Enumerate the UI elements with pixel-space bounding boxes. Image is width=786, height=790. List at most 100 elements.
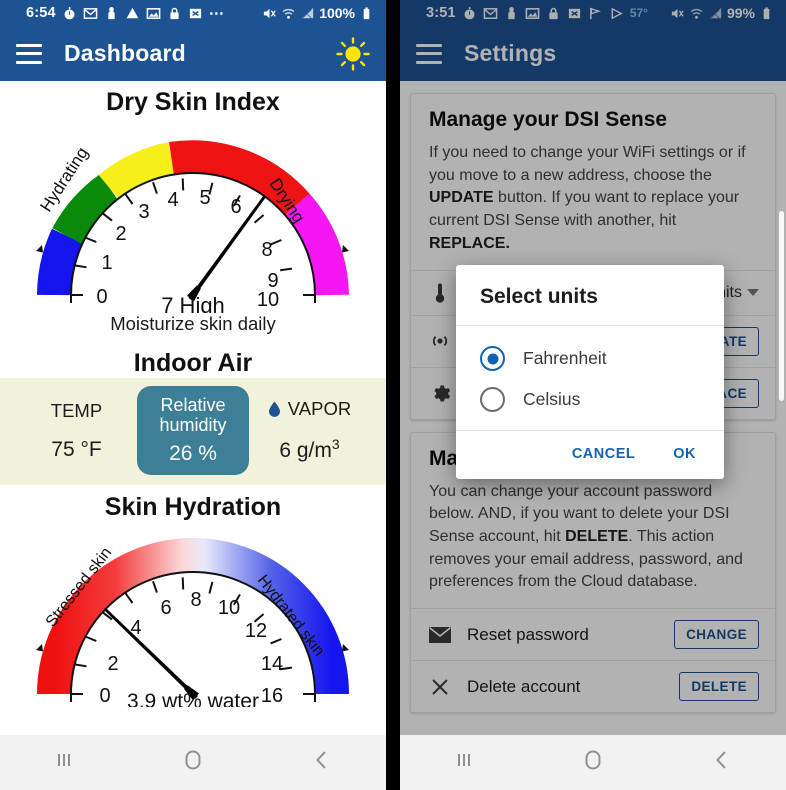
flag-icon bbox=[588, 6, 603, 21]
status-clock: 3:51 bbox=[426, 5, 456, 21]
option-fahrenheit-label: Fahrenheit bbox=[523, 348, 607, 368]
indoor-air-row: TEMP 75 °F Relative humidity 26 % VAPOR … bbox=[0, 386, 386, 476]
photo-icon bbox=[525, 6, 540, 21]
vapor-header: VAPOR bbox=[249, 398, 370, 420]
weather-temp-badge: 57° bbox=[629, 6, 648, 20]
left-app-bar: Dashboard bbox=[0, 26, 386, 81]
gmail-icon bbox=[483, 6, 498, 21]
manage-account-body: You can change your account password bel… bbox=[429, 482, 743, 591]
scrollbar-thumb[interactable] bbox=[779, 211, 784, 401]
dialog-options: Fahrenheit Celsius bbox=[456, 326, 724, 431]
photo-icon bbox=[146, 6, 161, 21]
wifi-icon bbox=[689, 6, 704, 21]
svg-text:16: 16 bbox=[261, 685, 283, 707]
svg-text:12: 12 bbox=[245, 620, 267, 642]
menu-icon[interactable] bbox=[416, 43, 442, 64]
hydration-reading: 3.9 wt% water bbox=[127, 690, 259, 707]
left-phone-dashboard: 6:54 ⋯ 100% Dashboard Dry Skin Index 0 1… bbox=[0, 0, 386, 790]
battery-icon bbox=[359, 6, 374, 21]
recents-icon[interactable] bbox=[53, 749, 75, 776]
right-app-bar: Settings bbox=[400, 26, 786, 81]
x-box-icon bbox=[567, 6, 582, 21]
sun-icon[interactable] bbox=[336, 36, 370, 71]
dsi-caption: Moisturize skin daily bbox=[110, 313, 276, 334]
app-icon bbox=[504, 6, 519, 21]
play-icon bbox=[609, 6, 624, 21]
lock-icon bbox=[546, 6, 561, 21]
radio-fahrenheit[interactable] bbox=[480, 346, 505, 371]
temp-cell: TEMP 75 °F bbox=[16, 400, 137, 462]
delete-button[interactable]: DELETE bbox=[679, 672, 759, 702]
left-status-bar: 6:54 ⋯ 100% bbox=[0, 0, 386, 26]
alarm-icon bbox=[62, 6, 77, 21]
sensor-icon bbox=[427, 330, 453, 352]
cancel-button[interactable]: CANCEL bbox=[566, 445, 641, 463]
water-drop-icon bbox=[268, 401, 281, 418]
chevron-down-icon bbox=[747, 289, 759, 297]
settings-row-password[interactable]: Reset password CHANGE bbox=[411, 608, 775, 660]
thermometer-icon bbox=[427, 282, 453, 304]
svg-text:5: 5 bbox=[199, 187, 210, 209]
back-icon[interactable] bbox=[311, 749, 333, 776]
reset-password-label: Reset password bbox=[467, 624, 589, 644]
left-navigation-bar bbox=[0, 735, 386, 790]
home-icon[interactable] bbox=[581, 748, 605, 777]
dsi-title: Dry Skin Index bbox=[106, 88, 280, 116]
svg-text:14: 14 bbox=[261, 653, 283, 675]
temp-value: 75 °F bbox=[51, 437, 102, 461]
svg-text:8: 8 bbox=[261, 239, 272, 261]
svg-text:10: 10 bbox=[218, 597, 240, 619]
right-status-bar: 3:51 57° 99% bbox=[400, 0, 786, 26]
skin-hydration-gauge: 0 2 4 6 8 10 12 14 16 Stressed skin Hydr… bbox=[0, 522, 386, 707]
dual-phone-screenshot: 6:54 ⋯ 100% Dashboard Dry Skin Index 0 1… bbox=[0, 0, 786, 790]
signal-icon bbox=[300, 6, 315, 21]
svg-text:0: 0 bbox=[96, 286, 107, 308]
option-fahrenheit[interactable]: Fahrenheit bbox=[456, 338, 724, 379]
battery-percent: 100% bbox=[319, 5, 355, 21]
gmail-icon bbox=[83, 6, 98, 21]
right-phone-settings: 3:51 57° 99% Settings Manage your DSI Se… bbox=[400, 0, 786, 790]
vapor-label: VAPOR bbox=[287, 398, 352, 420]
back-icon[interactable] bbox=[711, 749, 733, 776]
lock-icon bbox=[167, 6, 182, 21]
rh-label-line1: Relative bbox=[160, 395, 226, 415]
option-celsius[interactable]: Celsius bbox=[456, 379, 724, 420]
rh-label-line2: humidity bbox=[159, 415, 227, 436]
app-icon bbox=[104, 6, 119, 21]
status-left-group: 6:54 ⋯ bbox=[0, 4, 225, 22]
page-title: Dashboard bbox=[64, 40, 186, 66]
rh-value: 26 % bbox=[169, 442, 217, 466]
status-right-group: 99% bbox=[670, 5, 786, 21]
home-icon[interactable] bbox=[181, 748, 205, 777]
page-title: Settings bbox=[464, 40, 557, 66]
relative-humidity-cell[interactable]: Relative humidity 26 % bbox=[137, 386, 249, 476]
settings-row-delete[interactable]: Delete account DELETE bbox=[411, 660, 775, 712]
recents-icon[interactable] bbox=[453, 749, 475, 776]
hydration-title: Skin Hydration bbox=[104, 493, 282, 522]
dsi-reading: 7 High bbox=[161, 293, 225, 313]
panel-divider bbox=[386, 0, 400, 790]
dialog-title: Select units bbox=[456, 265, 724, 326]
status-clock: 6:54 bbox=[26, 5, 56, 21]
svg-text:1: 1 bbox=[101, 252, 112, 274]
menu-icon[interactable] bbox=[16, 43, 42, 64]
warning-icon bbox=[125, 6, 140, 21]
change-button[interactable]: CHANGE bbox=[674, 620, 759, 650]
mute-icon bbox=[670, 6, 685, 21]
battery-icon bbox=[759, 6, 774, 21]
svg-text:10: 10 bbox=[257, 289, 279, 311]
gear-icon bbox=[427, 383, 453, 404]
manage-device-title: Manage your DSI Sense bbox=[429, 108, 668, 131]
svg-text:6: 6 bbox=[160, 597, 171, 619]
svg-text:4: 4 bbox=[167, 189, 178, 211]
x-box-icon bbox=[188, 6, 203, 21]
status-overflow-icon: ⋯ bbox=[208, 5, 225, 22]
radio-celsius[interactable] bbox=[480, 387, 505, 412]
select-units-dialog: Select units Fahrenheit Celsius CANCEL O… bbox=[456, 265, 724, 479]
delete-account-label: Delete account bbox=[467, 676, 581, 696]
indoor-air-title: Indoor Air bbox=[133, 349, 253, 377]
ok-button[interactable]: OK bbox=[667, 445, 702, 463]
vapor-exponent: 3 bbox=[331, 436, 340, 453]
svg-text:8: 8 bbox=[190, 589, 201, 611]
mute-icon bbox=[262, 6, 277, 21]
